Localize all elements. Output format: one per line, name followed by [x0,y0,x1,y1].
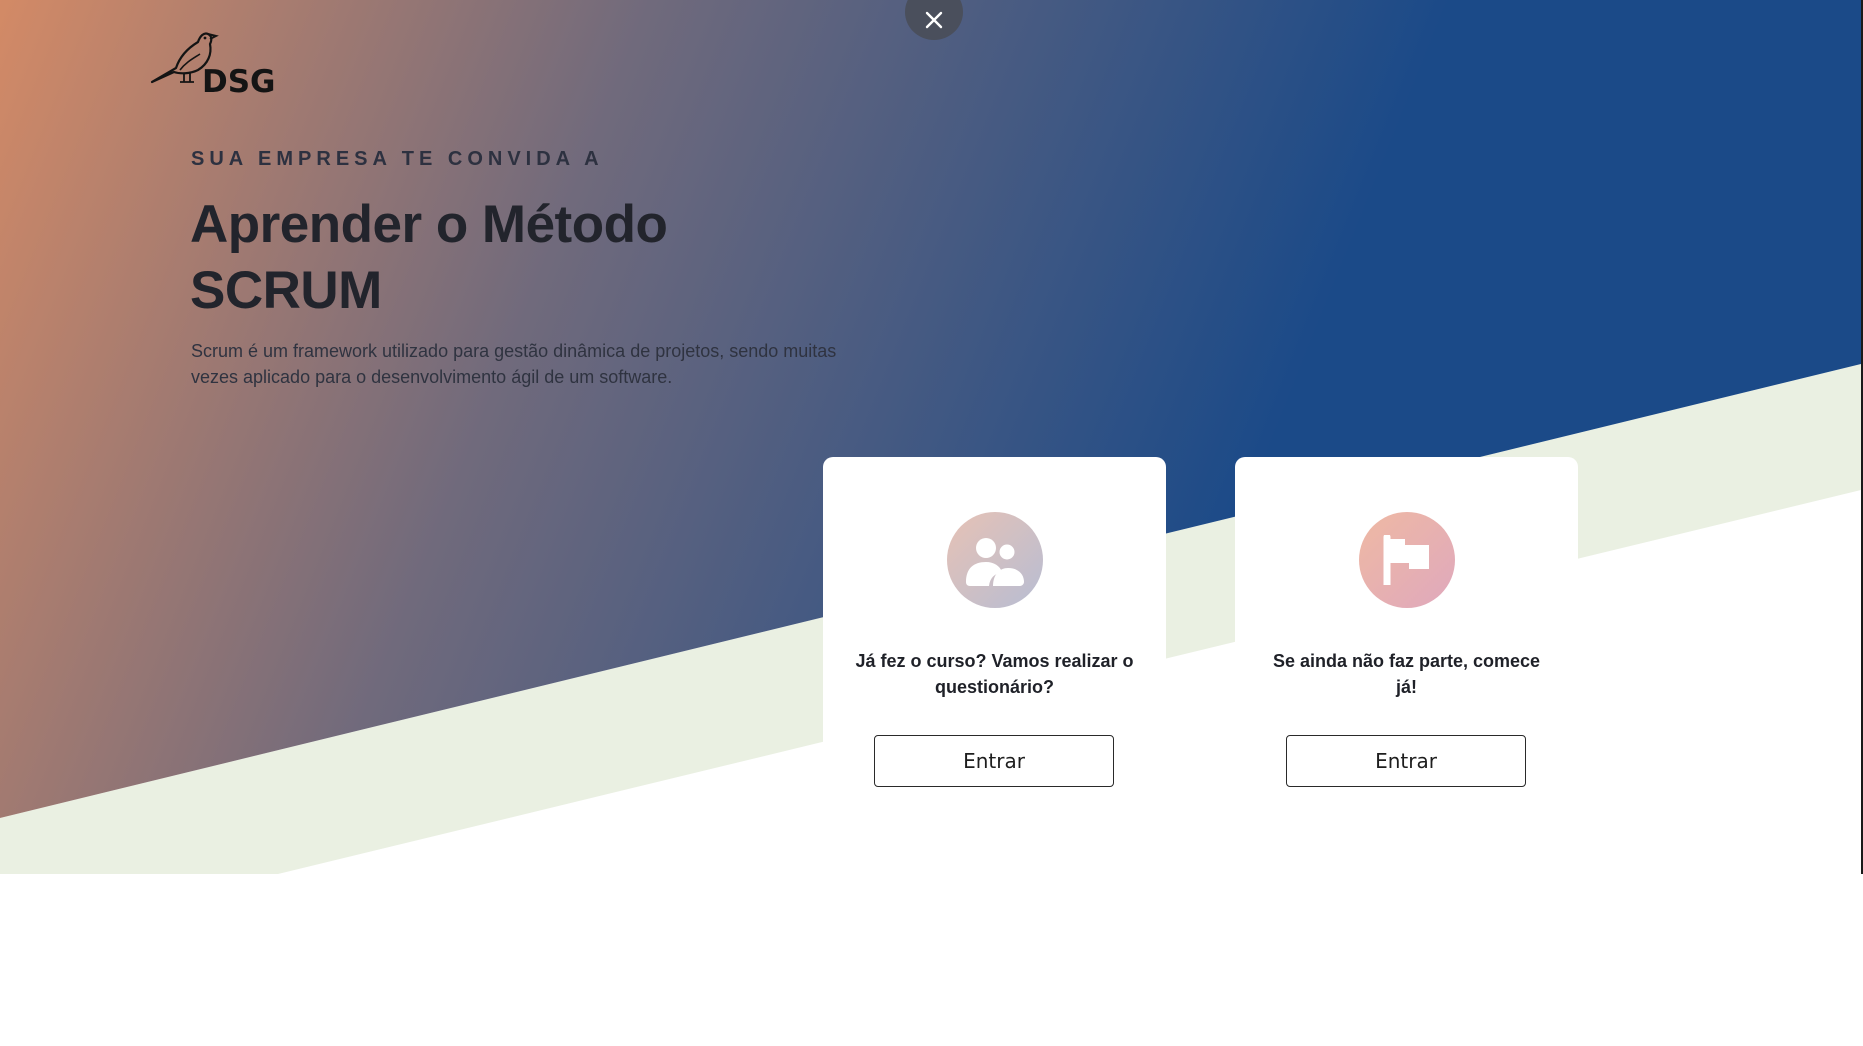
hero-title: Aprender o Método SCRUM [190,195,668,320]
people-icon-badge [947,512,1043,608]
card-start: Se ainda não faz parte, comece já! Entra… [1235,457,1578,827]
card-questionnaire-text: Já fez o curso? Vamos realizar o questio… [855,651,1134,697]
logo-text: DSG [202,64,276,100]
card-start-text: Se ainda não faz parte, comece já! [1272,651,1541,697]
card-questionnaire: Já fez o curso? Vamos realizar o questio… [823,457,1166,827]
enter-questionnaire-button[interactable]: Entrar [874,735,1114,787]
enter-start-button[interactable]: Entrar [1286,735,1526,787]
logo[interactable]: DSG [150,28,280,100]
people-icon [966,538,1024,586]
hero-eyebrow: SUA EMPRESA TE CONVIDA A [191,148,604,170]
hero-section: DSG SUA EMPRESA TE CONVIDA A Aprender o … [0,0,1863,874]
hero-description: Scrum é um framework utilizado para gest… [191,341,837,387]
close-icon [925,11,943,29]
flag-icon [1383,535,1429,585]
flag-icon-badge [1359,512,1455,608]
